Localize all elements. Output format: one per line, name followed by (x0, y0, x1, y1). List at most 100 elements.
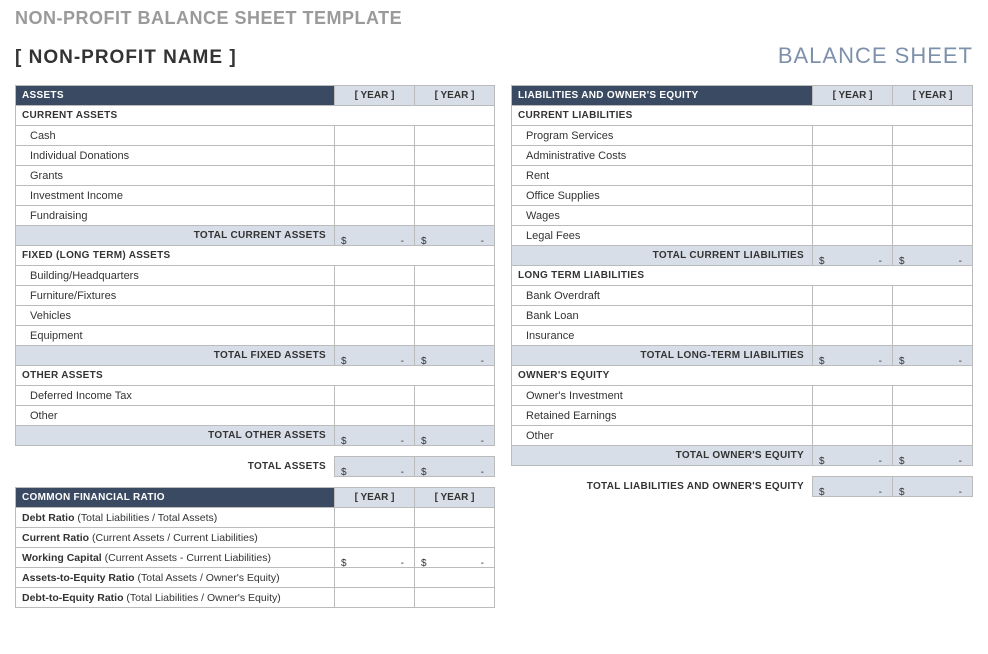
total-other-assets-label: TOTAL OTHER ASSETS (16, 426, 335, 446)
value-cell[interactable] (813, 326, 893, 346)
total-cell: $- (813, 246, 893, 266)
value-cell[interactable] (335, 126, 415, 146)
ratio-value (335, 508, 415, 528)
value-cell[interactable] (415, 266, 495, 286)
value-cell[interactable] (335, 266, 415, 286)
value-cell[interactable] (893, 146, 973, 166)
table-row: Fundraising (16, 206, 495, 226)
table-row: Retained Earnings (512, 406, 973, 426)
value-cell[interactable] (893, 306, 973, 326)
table-row: Other (16, 406, 495, 426)
value-cell[interactable] (415, 166, 495, 186)
item-label: Furniture/Fixtures (16, 286, 335, 306)
item-label: Administrative Costs (512, 146, 813, 166)
value-cell[interactable] (415, 146, 495, 166)
item-label: Office Supplies (512, 186, 813, 206)
table-row: Building/Headquarters (16, 266, 495, 286)
value-cell[interactable] (813, 186, 893, 206)
table-row: Cash (16, 126, 495, 146)
value-cell[interactable] (893, 166, 973, 186)
total-longterm-liab-label: TOTAL LONG-TERM LIABILITIES (512, 346, 813, 366)
table-row: Owner's Investment (512, 386, 973, 406)
value-cell[interactable] (813, 406, 893, 426)
fixed-assets-title: FIXED (LONG TERM) ASSETS (16, 246, 495, 266)
value-cell[interactable] (893, 206, 973, 226)
ratio-value: $- (335, 548, 415, 568)
sheet-type: BALANCE SHEET (778, 43, 973, 69)
value-cell[interactable] (335, 326, 415, 346)
item-label: Wages (512, 206, 813, 226)
assets-header: ASSETS (16, 86, 335, 106)
table-row: Individual Donations (16, 146, 495, 166)
value-cell[interactable] (893, 386, 973, 406)
org-name: [ NON-PROFIT NAME ] (15, 47, 237, 69)
value-cell[interactable] (813, 206, 893, 226)
value-cell[interactable] (335, 406, 415, 426)
value-cell[interactable] (335, 186, 415, 206)
value-cell[interactable] (893, 406, 973, 426)
item-label: Deferred Income Tax (16, 386, 335, 406)
value-cell[interactable] (893, 286, 973, 306)
value-cell[interactable] (415, 206, 495, 226)
value-cell[interactable] (813, 146, 893, 166)
total-current-assets-label: TOTAL CURRENT ASSETS (16, 226, 335, 246)
item-label: Equipment (16, 326, 335, 346)
value-cell[interactable] (335, 306, 415, 326)
value-cell[interactable] (335, 146, 415, 166)
item-label: Other (16, 406, 335, 426)
value-cell[interactable] (415, 306, 495, 326)
ratio-value (415, 508, 495, 528)
year-header-1: [ YEAR ] (335, 488, 415, 508)
table-row: Office Supplies (512, 186, 973, 206)
total-assets-label: TOTAL ASSETS (15, 457, 335, 477)
value-cell[interactable] (415, 286, 495, 306)
year-header-1: [ YEAR ] (335, 86, 415, 106)
ratio-label: Assets-to-Equity Ratio (Total Assets / O… (16, 568, 335, 588)
ratio-row: Debt-to-Equity Ratio (Total Liabilities … (16, 588, 495, 608)
value-cell[interactable] (893, 186, 973, 206)
total-cell: $- (813, 477, 893, 497)
value-cell[interactable] (813, 386, 893, 406)
total-cell: $- (415, 226, 495, 246)
value-cell[interactable] (335, 206, 415, 226)
item-label: Bank Loan (512, 306, 813, 326)
header-row: [ NON-PROFIT NAME ] BALANCE SHEET (15, 43, 973, 69)
value-cell[interactable] (893, 126, 973, 146)
table-row: Grants (16, 166, 495, 186)
liabilities-column: LIABILITIES AND OWNER'S EQUITY [ YEAR ] … (511, 85, 973, 618)
total-fixed-assets-label: TOTAL FIXED ASSETS (16, 346, 335, 366)
ratio-row: Working Capital (Current Assets - Curren… (16, 548, 495, 568)
ratio-value (415, 588, 495, 608)
value-cell[interactable] (813, 226, 893, 246)
value-cell[interactable] (813, 126, 893, 146)
value-cell[interactable] (415, 326, 495, 346)
item-label: Legal Fees (512, 226, 813, 246)
value-cell[interactable] (893, 426, 973, 446)
ratio-value: $- (415, 548, 495, 568)
value-cell[interactable] (335, 286, 415, 306)
total-assets-table: TOTAL ASSETS $- $- (15, 456, 495, 477)
value-cell[interactable] (415, 406, 495, 426)
ratio-label: Working Capital (Current Assets - Curren… (16, 548, 335, 568)
value-cell[interactable] (893, 226, 973, 246)
value-cell[interactable] (415, 186, 495, 206)
value-cell[interactable] (813, 166, 893, 186)
value-cell[interactable] (813, 426, 893, 446)
total-cell: $- (813, 346, 893, 366)
item-label: Rent (512, 166, 813, 186)
total-cell: $- (893, 346, 973, 366)
table-row: Bank Overdraft (512, 286, 973, 306)
value-cell[interactable] (335, 166, 415, 186)
item-label: Fundraising (16, 206, 335, 226)
equity-title: OWNER'S EQUITY (512, 366, 973, 386)
value-cell[interactable] (415, 126, 495, 146)
item-label: Building/Headquarters (16, 266, 335, 286)
value-cell[interactable] (813, 306, 893, 326)
current-liab-title: CURRENT LIABILITIES (512, 106, 973, 126)
value-cell[interactable] (335, 386, 415, 406)
value-cell[interactable] (813, 286, 893, 306)
value-cell[interactable] (415, 386, 495, 406)
total-cell: $- (335, 226, 415, 246)
value-cell[interactable] (893, 326, 973, 346)
total-equity-label: TOTAL OWNER'S EQUITY (512, 446, 813, 466)
